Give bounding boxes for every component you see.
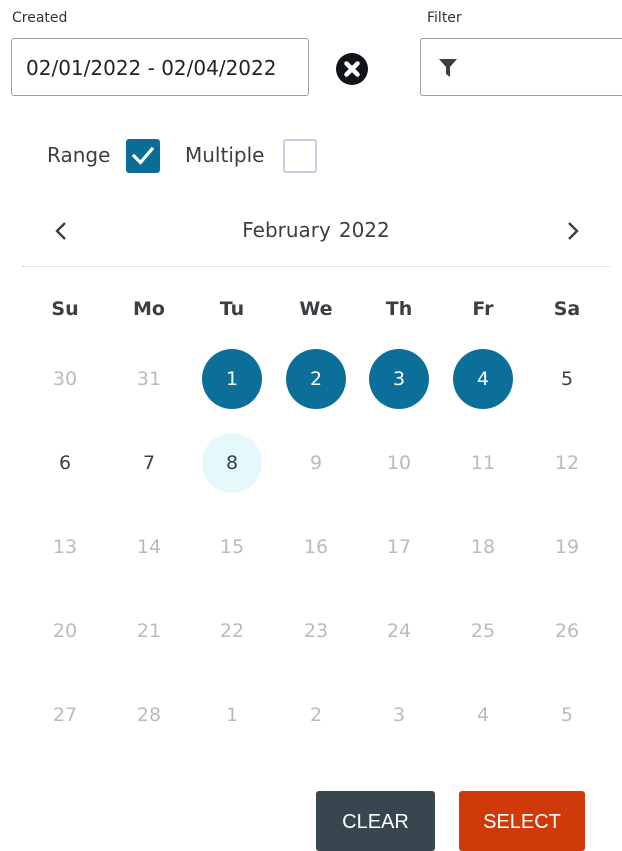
day-cell[interactable]: 2	[286, 349, 346, 409]
day-cell[interactable]: 20	[35, 601, 95, 661]
day-cell[interactable]: 2	[286, 685, 346, 745]
month-year-title: February 2022	[0, 218, 622, 242]
day-cell[interactable]: 24	[369, 601, 429, 661]
day-cell[interactable]: 9	[286, 433, 346, 493]
day-cell[interactable]: 16	[286, 517, 346, 577]
clear-date-button[interactable]	[336, 53, 368, 85]
filter-input[interactable]	[420, 38, 622, 96]
day-cell[interactable]: 26	[537, 601, 597, 661]
created-label: Created	[12, 10, 68, 26]
day-cell[interactable]: 4	[453, 685, 513, 745]
day-cell[interactable]: 1	[202, 685, 262, 745]
select-button[interactable]: SELECT	[459, 791, 585, 851]
day-cell[interactable]: 5	[537, 349, 597, 409]
month-label: February	[242, 218, 331, 242]
weekday-header: Mo	[133, 298, 165, 320]
clear-button[interactable]: CLEAR	[316, 791, 435, 851]
weekday-header: Tu	[219, 298, 245, 320]
funnel-icon	[439, 59, 457, 77]
day-cell[interactable]: 8	[202, 433, 262, 493]
day-cell[interactable]: 5	[537, 685, 597, 745]
day-cell[interactable]: 15	[202, 517, 262, 577]
day-cell[interactable]: 31	[119, 349, 179, 409]
day-cell[interactable]: 10	[369, 433, 429, 493]
multiple-label: Multiple	[185, 143, 265, 167]
day-cell[interactable]: 28	[119, 685, 179, 745]
weekday-header: Th	[385, 298, 413, 320]
day-cell[interactable]: 7	[119, 433, 179, 493]
day-cell[interactable]: 3	[369, 349, 429, 409]
day-cell[interactable]: 12	[537, 433, 597, 493]
day-cell[interactable]: 21	[119, 601, 179, 661]
weekday-header: Su	[51, 298, 79, 320]
weekday-header: We	[299, 298, 333, 320]
range-checkbox[interactable]	[126, 139, 160, 173]
weekday-header: Fr	[472, 298, 494, 320]
day-cell[interactable]: 30	[35, 349, 95, 409]
day-cell[interactable]: 1	[202, 349, 262, 409]
created-date-range-input[interactable]: 02/01/2022 - 02/04/2022	[11, 38, 309, 96]
next-month-button[interactable]	[562, 216, 584, 246]
day-cell[interactable]: 27	[35, 685, 95, 745]
day-cell[interactable]: 25	[453, 601, 513, 661]
weekday-header: Sa	[553, 298, 581, 320]
x-circle-icon	[336, 53, 368, 85]
filter-label: Filter	[427, 10, 462, 26]
checkmark-icon	[131, 146, 155, 165]
day-cell[interactable]: 23	[286, 601, 346, 661]
day-cell[interactable]: 17	[369, 517, 429, 577]
day-cell[interactable]: 11	[453, 433, 513, 493]
day-cell[interactable]: 19	[537, 517, 597, 577]
day-cell[interactable]: 18	[453, 517, 513, 577]
range-label: Range	[47, 143, 111, 167]
calendar-header-divider	[22, 266, 610, 267]
day-cell[interactable]: 14	[119, 517, 179, 577]
day-cell[interactable]: 6	[35, 433, 95, 493]
multiple-checkbox[interactable]	[283, 139, 317, 173]
day-cell[interactable]: 13	[35, 517, 95, 577]
day-cell[interactable]: 4	[453, 349, 513, 409]
day-cell[interactable]: 22	[202, 601, 262, 661]
year-label: 2022	[338, 218, 390, 242]
day-cell[interactable]: 3	[369, 685, 429, 745]
chevron-right-icon	[568, 222, 579, 240]
